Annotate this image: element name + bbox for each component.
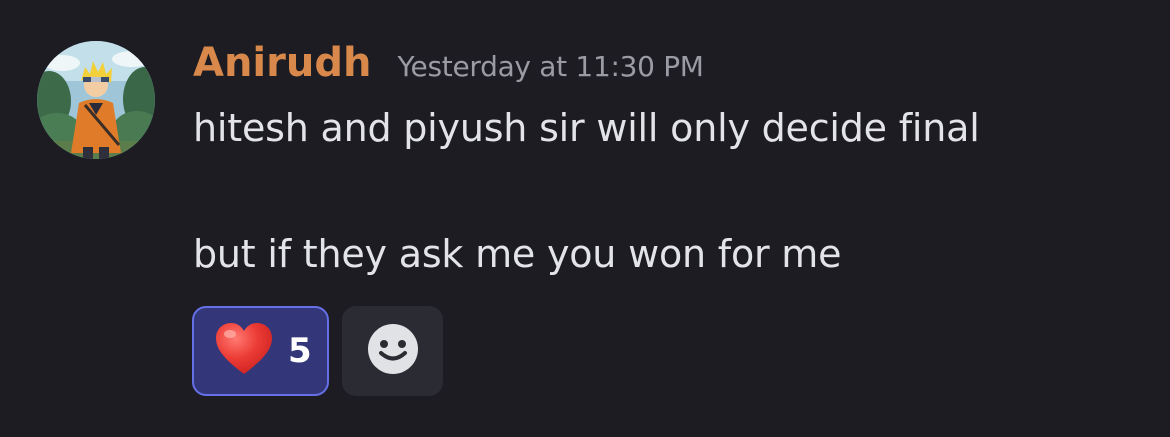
reaction-heart-button[interactable]: 5 <box>192 306 329 396</box>
avatar[interactable] <box>37 41 155 159</box>
chat-message: Anirudh Yesterday at 11:30 PM hitesh and… <box>0 0 1170 437</box>
add-reaction-button[interactable] <box>342 306 443 396</box>
message-text-line: but if they ask me you won for me <box>193 232 842 276</box>
reactions-bar: 5 <box>192 306 443 396</box>
message-text-line: hitesh and piyush sir will only decide f… <box>193 106 980 150</box>
smiley-face-icon <box>367 323 419 379</box>
message-timestamp[interactable]: Yesterday at 11:30 PM <box>397 40 704 94</box>
reaction-count: 5 <box>288 331 312 371</box>
red-heart-icon <box>214 321 274 381</box>
author-name[interactable]: Anirudh <box>193 36 371 90</box>
message-header: Anirudh Yesterday at 11:30 PM <box>193 36 704 90</box>
